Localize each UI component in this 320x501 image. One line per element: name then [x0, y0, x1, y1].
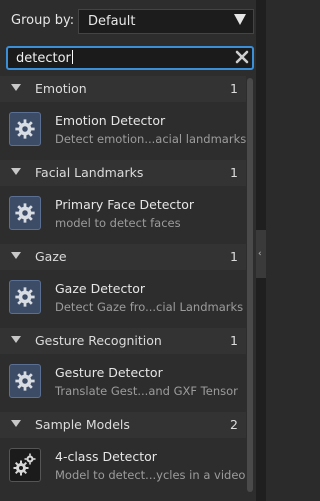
group-header-emotion[interactable]: Emotion 1: [0, 76, 246, 102]
group-name: Sample Models: [35, 417, 130, 432]
gear-icon: [9, 196, 41, 230]
list-item[interactable]: Emotion Detector Detect emotion...acial …: [0, 102, 246, 158]
group-by-value: Default: [88, 14, 136, 29]
list-item[interactable]: 4-class Detector Model to detect...ycles…: [0, 438, 246, 494]
item-title: 4-class Detector: [55, 449, 157, 464]
chevron-down-icon: [11, 84, 21, 91]
chevron-down-icon: [11, 420, 21, 427]
group-count: 1: [230, 249, 238, 264]
gear-icon: [9, 112, 41, 146]
group-header-gaze[interactable]: Gaze 1: [0, 244, 246, 270]
item-title: Gaze Detector: [55, 281, 146, 296]
chevron-down-icon: [11, 336, 21, 343]
item-description: Translate Gest...and GXF Tensor: [55, 384, 238, 398]
item-description: Model to detect...ycles in a video: [55, 468, 246, 482]
gear-icon: [9, 280, 41, 314]
collapse-panel-button[interactable]: ‹: [256, 230, 266, 278]
scrollbar[interactable]: [246, 76, 255, 501]
group-count: 2: [230, 417, 238, 432]
item-title: Emotion Detector: [55, 113, 166, 128]
chevron-down-icon: [11, 168, 21, 175]
group-count: 1: [230, 333, 238, 348]
group-by-row: Group by: Default: [0, 0, 256, 44]
list-item[interactable]: Gesture Detector Translate Gest...and GX…: [0, 354, 246, 410]
group-count: 1: [230, 165, 238, 180]
group-header-sample-models[interactable]: Sample Models 2: [0, 412, 246, 438]
chevron-down-icon: [234, 14, 246, 25]
group-by-label: Group by:: [11, 13, 75, 28]
list-item[interactable]: Gaze Detector Detect Gaze fro...cial Lan…: [0, 270, 246, 326]
search-text: detector: [16, 50, 73, 66]
group-header-facial-landmarks[interactable]: Facial Landmarks 1: [0, 160, 246, 186]
item-title: Primary Face Detector: [55, 197, 194, 212]
search-input[interactable]: detector: [6, 46, 254, 70]
group-count: 1: [230, 81, 238, 96]
group-name: Gaze: [35, 249, 67, 264]
chevron-down-icon: [11, 252, 21, 259]
gears-icon: [9, 448, 41, 482]
item-description: Detect emotion...acial landmarks: [55, 132, 247, 146]
item-description: model to detect faces: [55, 216, 181, 230]
group-name: Emotion: [35, 81, 87, 96]
group-name: Gesture Recognition: [35, 333, 162, 348]
results-list: Emotion 1 Emotion Detector Detect emotio…: [0, 76, 246, 501]
list-item[interactable]: Primary Face Detector model to detect fa…: [0, 186, 246, 242]
group-name: Facial Landmarks: [35, 165, 144, 180]
gear-icon: [9, 364, 41, 398]
scrollbar-thumb[interactable]: [247, 78, 253, 492]
chevron-left-icon: ‹: [258, 249, 262, 259]
item-description: Detect Gaze fro...cial Landmarks: [55, 300, 244, 314]
clear-search-icon[interactable]: [234, 49, 250, 65]
group-by-dropdown[interactable]: Default: [78, 9, 254, 34]
item-title: Gesture Detector: [55, 365, 163, 380]
group-header-gesture-recognition[interactable]: Gesture Recognition 1: [0, 328, 246, 354]
component-library-panel: Group by: Default detector Emotion 1 Emo…: [0, 0, 256, 501]
